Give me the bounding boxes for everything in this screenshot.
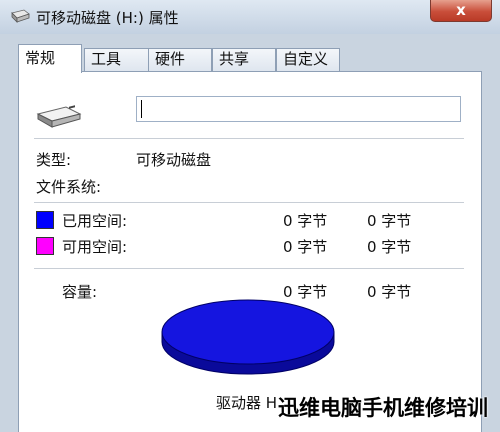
tab-hardware[interactable]: 硬件 <box>148 48 212 71</box>
capacity-label: 容量: <box>62 283 98 301</box>
used-space-swatch <box>36 211 54 229</box>
separator <box>34 202 464 203</box>
tab-general[interactable]: 常规 <box>18 44 82 73</box>
removable-drive-icon <box>11 9 30 23</box>
tab-customize[interactable]: 自定义 <box>276 48 340 71</box>
capacity-size: 0 字节 <box>367 283 412 301</box>
tab-sharing[interactable]: 共享 <box>212 48 276 71</box>
close-button[interactable]: x <box>430 0 492 22</box>
type-value: 可移动磁盘 <box>136 151 212 169</box>
used-space-bytes: 0 字节 <box>283 212 328 230</box>
title-bar[interactable]: 可移动磁盘 (H:) 属性 x <box>0 0 500 34</box>
separator <box>34 138 464 139</box>
text-caret <box>141 100 142 118</box>
free-space-bytes: 0 字节 <box>283 238 328 256</box>
tab-tools[interactable]: 工具 <box>84 48 150 71</box>
drive-letter-label: 驱动器 H <box>216 394 278 412</box>
window-title: 可移动磁盘 (H:) 属性 <box>36 9 179 27</box>
free-space-size: 0 字节 <box>367 238 412 256</box>
used-space-size: 0 字节 <box>367 212 412 230</box>
free-space-label: 可用空间: <box>62 238 128 256</box>
type-label: 类型: <box>36 151 72 169</box>
separator <box>34 268 464 269</box>
drive-name-input[interactable] <box>136 96 461 122</box>
watermark-text: 迅维电脑手机维修培训 <box>278 396 488 420</box>
free-space-swatch <box>36 237 54 255</box>
file-system-label: 文件系统: <box>36 178 102 196</box>
pie-top <box>161 299 335 365</box>
drive-icon <box>36 105 82 128</box>
disk-usage-pie <box>161 299 335 375</box>
used-space-label: 已用空间: <box>62 212 128 230</box>
